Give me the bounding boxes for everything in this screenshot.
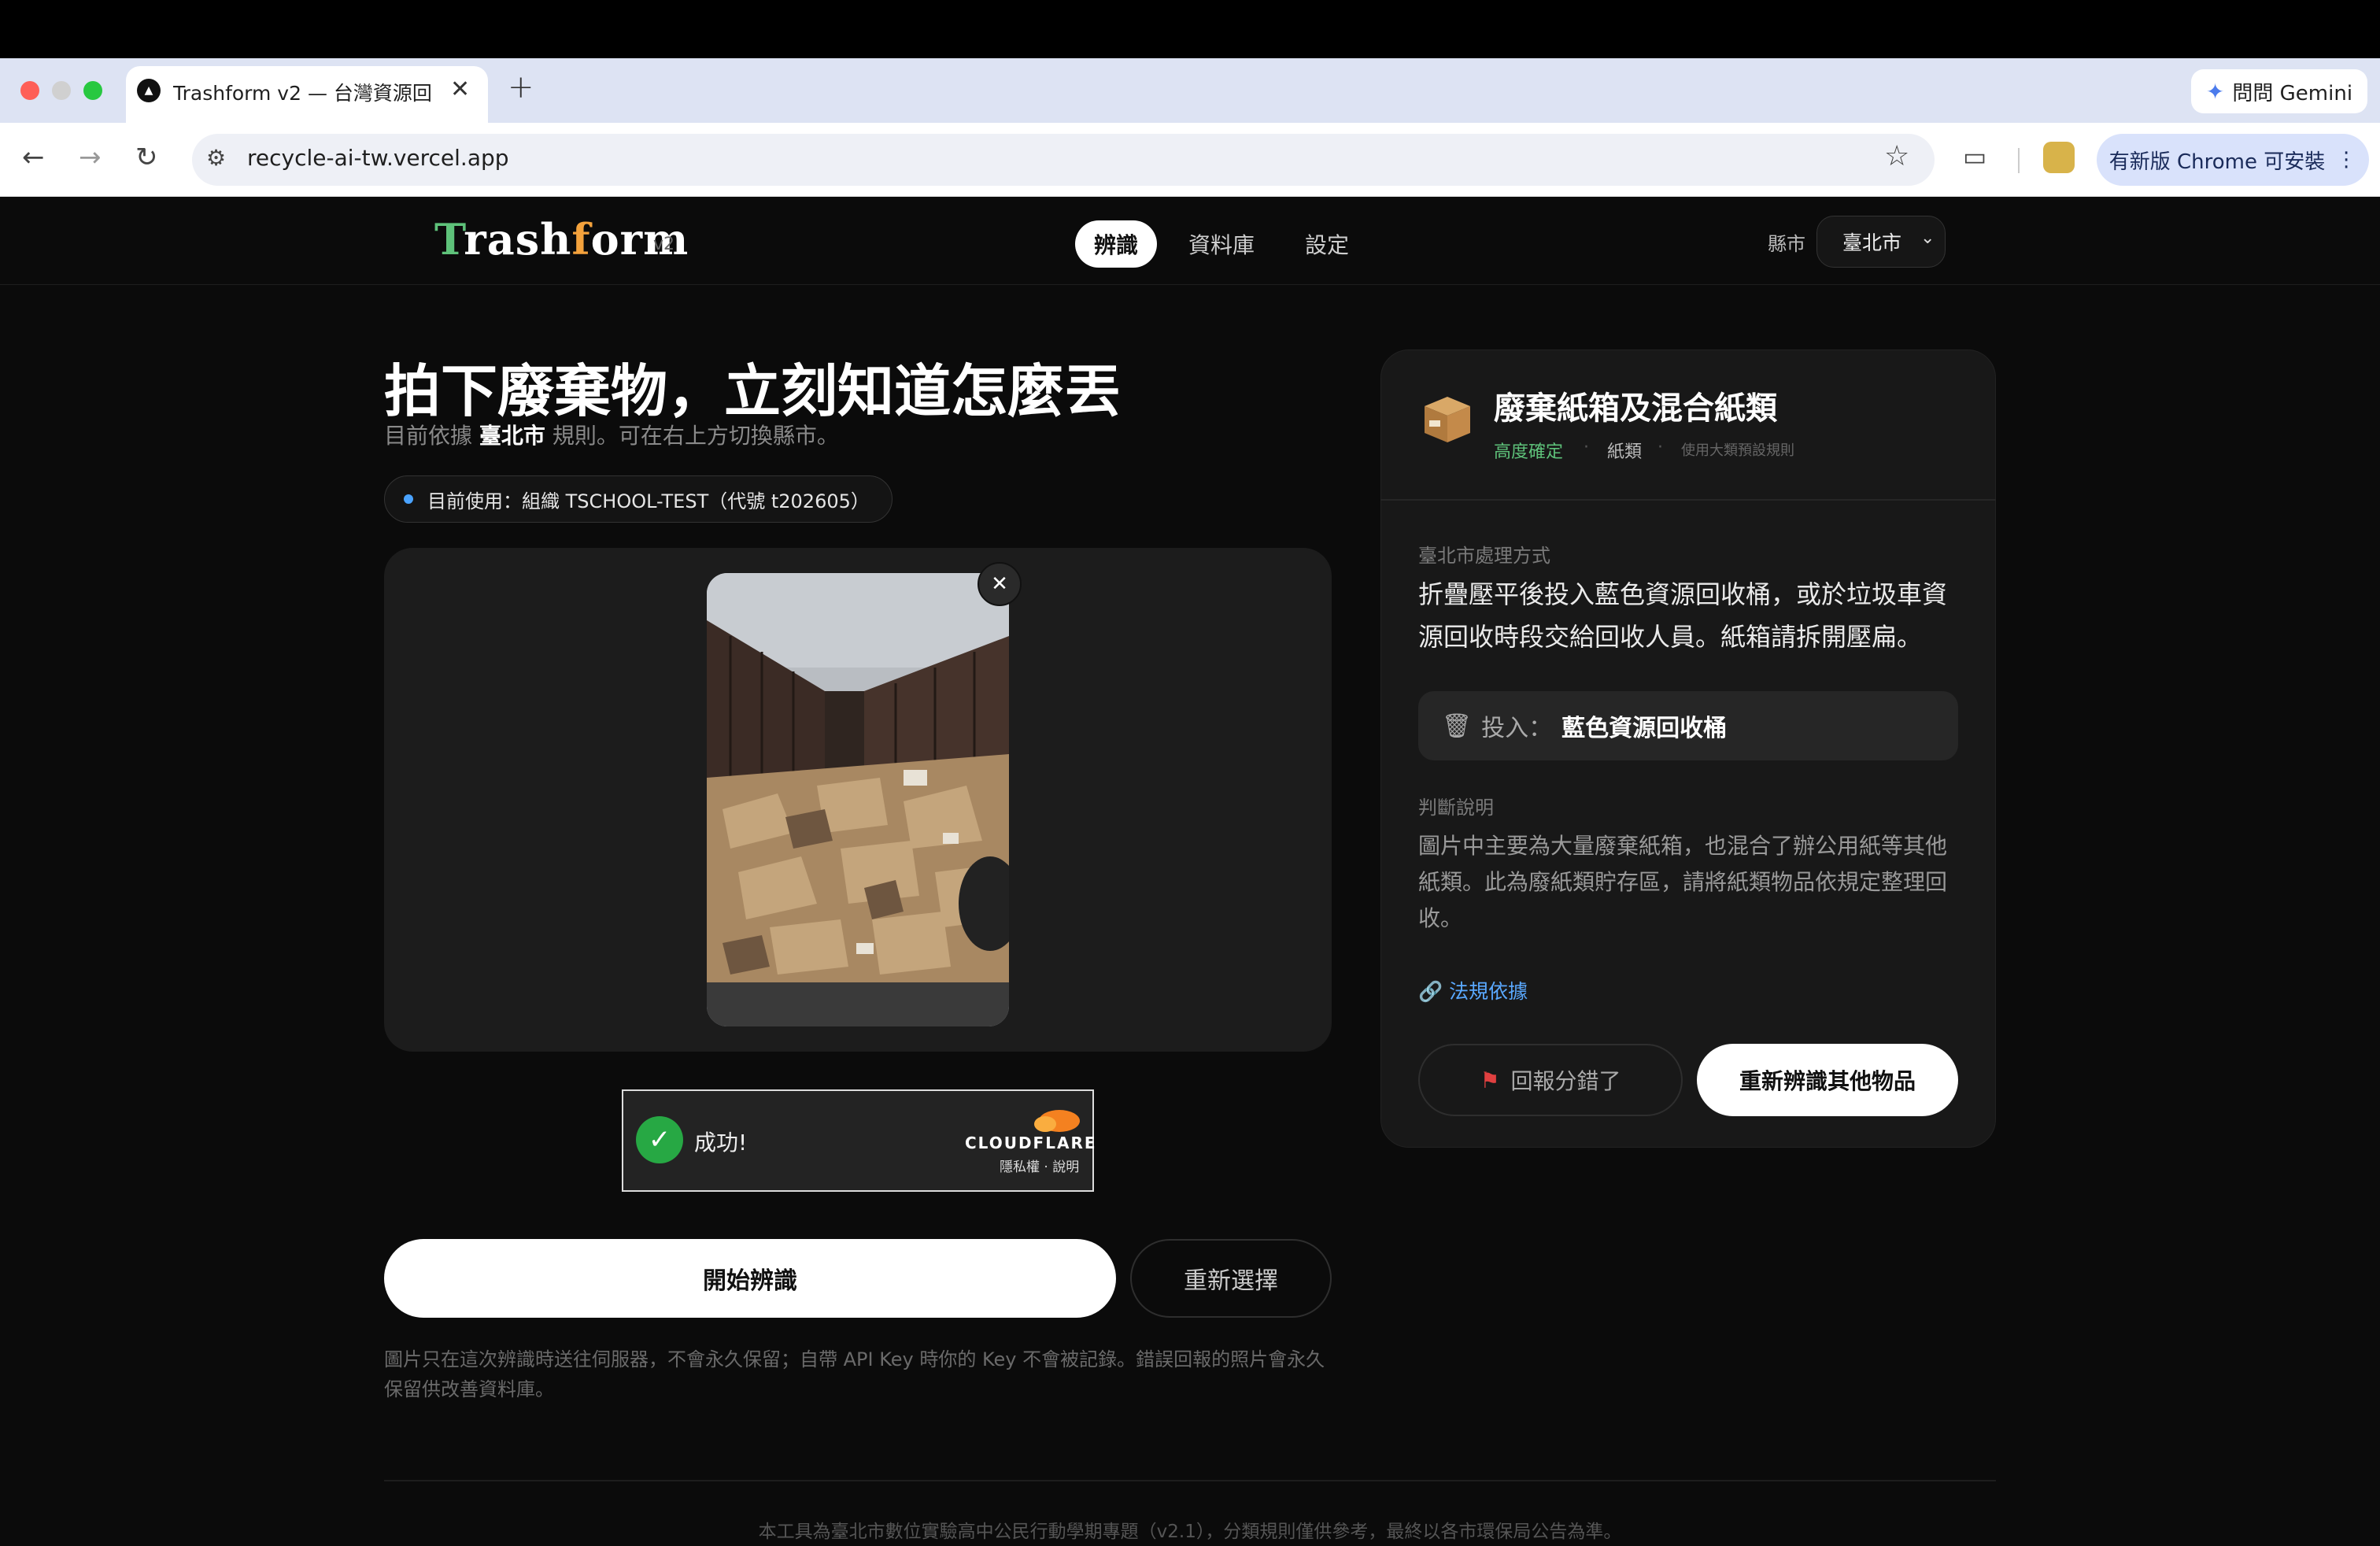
item-name: 廢棄紙箱及混合紙類 [1494,390,1777,427]
reason-text: 圖片中主要為大量廢棄紙箱，也混合了辦公用紙等其他紙類。此為廢紙類貯存區，請將紙類… [1418,833,1948,931]
county-label: 縣市 [1768,233,1805,255]
tab-close-icon[interactable]: ✕ [450,76,470,103]
report-error-button[interactable]: ⚑ 回報分錯了 [1418,1044,1683,1116]
law-link[interactable]: 🔗 法規依據 [1418,976,1528,1004]
status-dot-icon [404,494,413,504]
footer-divider [384,1480,1996,1481]
bin-prefix: 投入： [1481,715,1553,742]
tab-title: Trashform v2 — 台灣資源回收 [173,82,433,105]
rule-note: 使用大類預設規則 [1681,442,1794,459]
back-icon[interactable]: ← [22,142,45,173]
bookmark-star-icon[interactable]: ☆ [1884,140,1909,172]
favicon-icon: ▲ [137,79,161,102]
minimize-window-button[interactable] [52,81,71,100]
os-menubar [0,0,2380,58]
category-label: 紙類 [1607,442,1643,462]
app-version: v2 [653,235,675,254]
reason-label: 判斷說明 [1418,797,1494,819]
org-status-text: 目前使用：組織 TSCHOOL-TEST（代號 t202605） [427,490,870,512]
meta-separator: · [1584,438,1589,457]
tab-recognize[interactable]: 辨識 [1075,220,1158,268]
uploaded-photo [707,573,1009,1026]
privacy-disclaimer: 圖片只在這次辨識時送往伺服器，不會永久保留；自帶 API Key 時你的 Key… [384,1348,1325,1400]
turnstile-status: 成功! [694,1130,748,1156]
retry-other-item-button[interactable]: 重新辨識其他物品 [1697,1044,1958,1116]
bin-info: 🗑 投入： 藍色資源回收桶 [1418,691,1958,760]
reselect-button[interactable]: 重新選擇 [1130,1239,1332,1318]
page-title: 拍下廢棄物，立刻知道怎麼丟 [384,357,1122,424]
start-recognition-button[interactable]: 開始辨識 [384,1239,1116,1318]
site-info-icon[interactable]: ⚙ [206,145,226,171]
meta-separator: · [1658,438,1663,457]
zoom-window-button[interactable] [83,81,102,100]
toolbar-divider [2018,148,2020,173]
bin-value: 藍色資源回收桶 [1561,715,1728,742]
turnstile-brand: CLOUDFLARE [965,1134,1097,1152]
gemini-label: 問問 Gemini [2232,81,2353,105]
tab-settings[interactable]: 設定 [1286,220,1368,268]
flag-icon: ⚑ [1480,1067,1500,1093]
cast-icon[interactable]: ▭ [1963,142,1986,172]
confidence-badge: 高度確定 [1494,442,1564,462]
method-label: 臺北市處理方式 [1418,545,1550,567]
cloudflare-logo-icon [1028,1105,1083,1137]
close-window-button[interactable] [20,81,39,100]
gemini-star-icon: ✦ [2205,78,2225,105]
org-status-pill: 目前使用：組織 TSCHOOL-TEST（代號 t202605） [384,475,893,523]
trash-bin-icon: 🗑 [1442,712,1473,740]
update-label: 有新版 Chrome 可安裝 [2108,150,2326,174]
check-icon: ✓ [636,1116,683,1163]
link-icon: 🔗 [1418,980,1443,1003]
url-text[interactable]: recycle-ai-tw.vercel.app [247,145,509,171]
footer-text: 本工具為臺北市數位實驗高中公民行動學期專題（v2.1），分類規則僅供參考，最終以… [758,1522,1622,1542]
more-icon: ⋮ [2336,148,2357,172]
card-divider [1380,499,1996,501]
new-tab-button[interactable]: + [508,69,534,105]
chrome-update-button[interactable]: 有新版 Chrome 可安裝 ⋮ [2097,134,2369,186]
turnstile-links[interactable]: 隱私權 · 說明 [1000,1156,1079,1175]
app-logo[interactable]: Trashform [434,214,689,264]
extension-icon[interactable] [2043,142,2075,173]
method-text: 折疊壓平後投入藍色資源回收桶，或於垃圾車資源回收時段交給回收人員。紙箱請拆開壓扁… [1418,579,1948,652]
cardboard-box-icon [1420,392,1475,447]
page-subtitle: 目前依據 臺北市 規則。可在右上方切換縣市。 [384,423,839,449]
forward-icon[interactable]: → [79,142,102,173]
remove-photo-button[interactable]: ✕ [978,562,1022,606]
tab-database[interactable]: 資料庫 [1170,220,1273,268]
gemini-button[interactable]: ✦ 問問 Gemini [2191,69,2367,113]
chevron-down-icon: ⌄ [1920,228,1935,248]
reload-icon[interactable]: ↻ [135,142,158,173]
